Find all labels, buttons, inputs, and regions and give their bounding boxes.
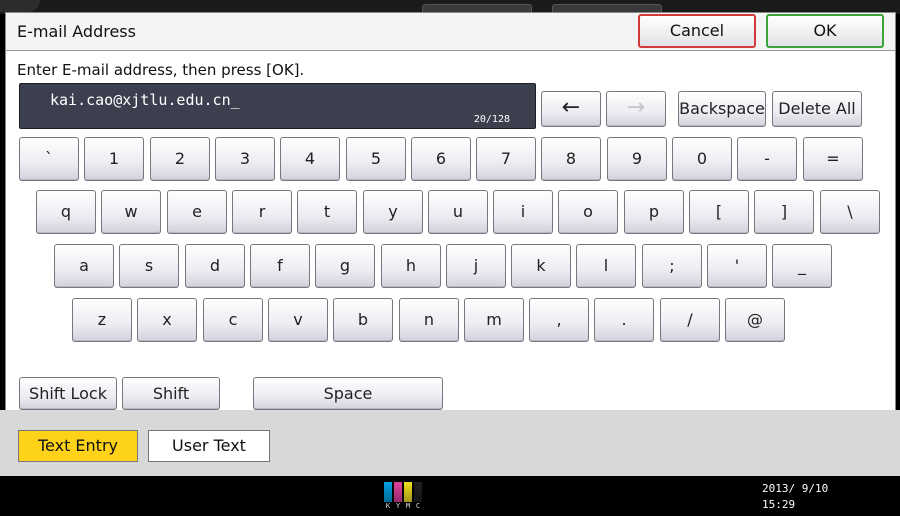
key-row3-0[interactable]: a [54,244,114,288]
key-row1-5[interactable]: 5 [346,137,406,181]
key-row2-8[interactable]: o [558,190,618,234]
cursor-left-button[interactable]: ← [541,91,601,127]
key-row1-12[interactable]: = [803,137,863,181]
tab-user-text[interactable]: User Text [148,430,270,462]
key-row2-6[interactable]: u [428,190,488,234]
key-row2-1[interactable]: w [101,190,161,234]
cursor-right-button[interactable]: → [606,91,666,127]
key-row3-9[interactable]: ; [642,244,702,288]
key-row4-6[interactable]: m [464,298,524,342]
key-row2-3[interactable]: r [232,190,292,234]
email-input-value: kai.cao@xjtlu.edu.cn_ [50,91,240,109]
logo-letter: Y [395,502,401,510]
key-row2-2[interactable]: e [167,190,227,234]
key-row2-11[interactable]: ] [754,190,814,234]
key-row4-3[interactable]: v [268,298,328,342]
key-row4-5[interactable]: n [399,298,459,342]
logo-bar [414,482,422,502]
key-row3-7[interactable]: k [511,244,571,288]
instruction-text: Enter E-mail address, then press [OK]. [17,61,305,79]
key-row3-10[interactable]: ' [707,244,767,288]
key-row3-3[interactable]: f [250,244,310,288]
key-row1-6[interactable]: 6 [411,137,471,181]
dialog-titlebar: E-mail Address Cancel OK [6,13,895,51]
character-count: 20/128 [473,114,510,125]
key-row1-3[interactable]: 3 [215,137,275,181]
top-strip-corner [0,0,40,12]
key-row4-9[interactable]: / [660,298,720,342]
key-row2-0[interactable]: q [36,190,96,234]
logo-letter: K [385,502,391,510]
space-button[interactable]: Space [253,377,443,410]
tab-bar: Text Entry User Text [0,410,900,476]
logo-bar [384,482,392,502]
key-row1-8[interactable]: 8 [541,137,601,181]
status-time: 15:29 [762,498,796,511]
key-row3-6[interactable]: j [446,244,506,288]
key-row1-11[interactable]: - [737,137,797,181]
key-row1-7[interactable]: 7 [476,137,536,181]
key-row4-8[interactable]: . [594,298,654,342]
key-row2-9[interactable]: p [624,190,684,234]
key-row2-5[interactable]: y [363,190,423,234]
cancel-button[interactable]: Cancel [638,14,756,48]
key-row2-12[interactable]: \ [820,190,880,234]
dialog-title: E-mail Address [17,22,136,41]
right-arrow-icon: → [626,95,646,120]
tab-text-entry[interactable]: Text Entry [18,430,138,462]
status-date: 2013/ 9/10 [762,482,829,495]
key-row3-2[interactable]: d [185,244,245,288]
key-row2-10[interactable]: [ [689,190,749,234]
key-row2-4[interactable]: t [297,190,357,234]
status-bar: KYMC 2013/ 9/10 15:29 [0,476,900,516]
logo-bar [394,482,402,502]
key-row4-4[interactable]: b [333,298,393,342]
key-row4-0[interactable]: z [72,298,132,342]
key-row1-4[interactable]: 4 [280,137,340,181]
key-row1-10[interactable]: 0 [672,137,732,181]
ok-button[interactable]: OK [766,14,884,48]
kymc-logo: KYMC [384,482,426,512]
delete-all-button[interactable]: Delete All [772,91,862,127]
key-row1-2[interactable]: 2 [150,137,210,181]
key-row3-5[interactable]: h [381,244,441,288]
backspace-button[interactable]: Backspace [678,91,766,127]
key-row4-1[interactable]: x [137,298,197,342]
key-row1-1[interactable]: 1 [84,137,144,181]
shift-button[interactable]: Shift [122,377,220,410]
key-row1-9[interactable]: 9 [607,137,667,181]
email-input[interactable]: kai.cao@xjtlu.edu.cn_ 20/128 [19,83,536,129]
key-row1-0[interactable]: ` [19,137,79,181]
key-row4-2[interactable]: c [203,298,263,342]
key-row3-1[interactable]: s [119,244,179,288]
left-arrow-icon: ← [561,95,581,120]
email-dialog: E-mail Address Cancel OK Enter E-mail ad… [5,12,896,424]
date-time: 2013/ 9/10 15:29 [762,481,828,513]
logo-letter: M [405,502,411,510]
key-row3-8[interactable]: l [576,244,636,288]
shift-lock-button[interactable]: Shift Lock [19,377,117,410]
logo-letter: C [415,502,421,510]
key-row4-7[interactable]: , [529,298,589,342]
key-row2-7[interactable]: i [493,190,553,234]
key-row3-11[interactable]: _ [772,244,832,288]
key-row4-10[interactable]: @ [725,298,785,342]
key-row3-4[interactable]: g [315,244,375,288]
logo-bar [404,482,412,502]
